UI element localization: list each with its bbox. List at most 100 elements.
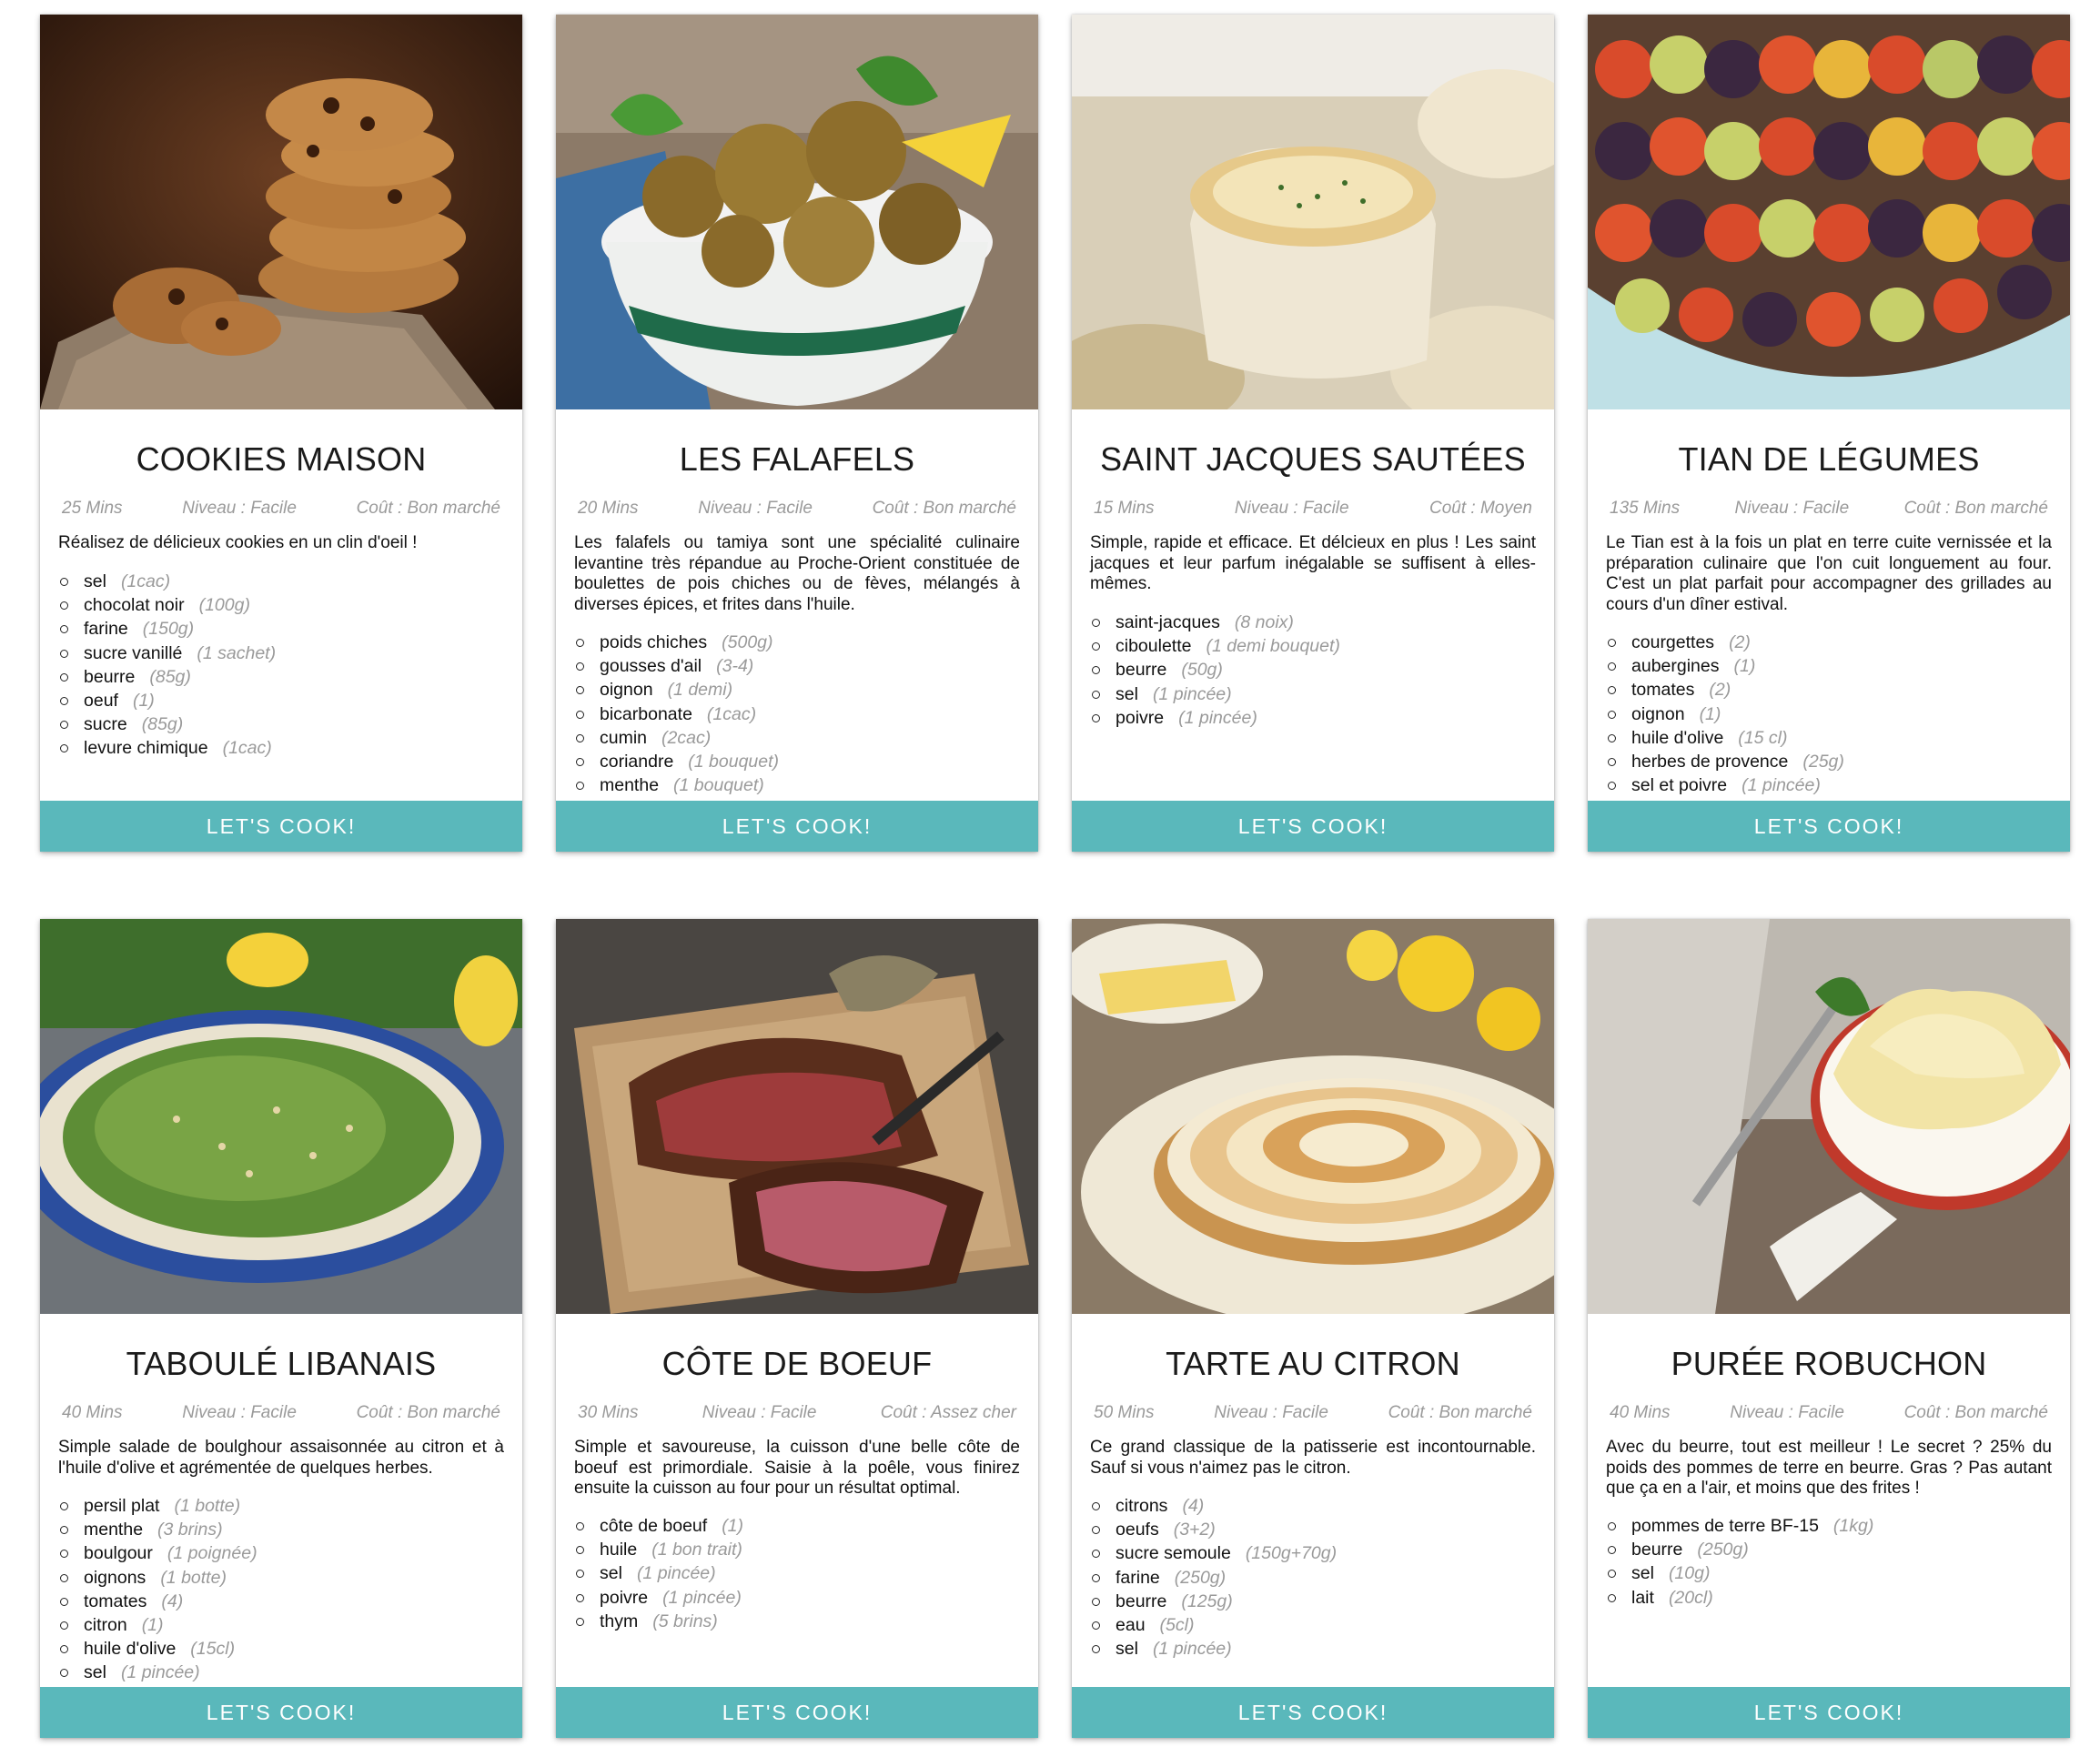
ingredient-list: citrons (4) oeufs (3+2) sucre semoule (150g… <box>1092 1494 1536 1661</box>
ingredient-item: oignons (1 botte) <box>60 1566 504 1590</box>
recipe-time: 50 Mins <box>1094 1403 1155 1422</box>
recipe-description: Le Tian est à la fois un plat en terre c… <box>1606 533 2052 614</box>
ingredient-list: saint-jacques (8 noix) ciboulette (1 demi … <box>1092 611 1536 730</box>
recipe-meta: 30 Mins Niveau : Facile Coût : Assez che… <box>578 1403 1016 1423</box>
ingredient-item: aubergines (1) <box>1608 654 2052 678</box>
ingredient-item: sucre semoule (150g+70g) <box>1092 1541 1536 1565</box>
ingredient-item: sel (1 pincée) <box>576 1561 1020 1585</box>
recipe-cost: Coût : Bon marché <box>1903 1403 2048 1422</box>
ingredient-item: menthe (3 brins) <box>60 1518 504 1541</box>
recipe-time: 30 Mins <box>578 1403 639 1422</box>
recipe-level: Niveau : Facile <box>1214 1403 1328 1422</box>
recipe-time: 135 Mins <box>1610 499 1681 518</box>
recipe-card: TARTE AU CITRON 50 Mins Niveau : Facile … <box>1072 919 1554 1738</box>
recipe-meta: 15 Mins Niveau : Facile Coût : Moyen <box>1094 499 1532 519</box>
ingredient-list: persil plat (1 botte) menthe (3 brins) bou… <box>60 1494 504 1685</box>
ingredient-item: lait (20cl) <box>1608 1586 2052 1610</box>
ingredient-item: pommes de terre BF-15 (1kg) <box>1608 1514 2052 1538</box>
recipe-card: COOKIES MAISON 25 Mins Niveau : Facile C… <box>40 15 522 852</box>
recipe-level: Niveau : Facile <box>702 1403 817 1422</box>
recipe-grid: COOKIES MAISON 25 Mins Niveau : Facile C… <box>0 0 2100 1747</box>
recipe-time: 40 Mins <box>62 1403 123 1422</box>
ingredient-item: persil plat (1 botte) <box>60 1494 504 1518</box>
recipe-photo-cookies <box>40 15 522 409</box>
recipe-level: Niveau : Facile <box>182 499 297 518</box>
ingredient-item: courgettes (2) <box>1608 631 2052 654</box>
recipe-card: PURÉE ROBUCHON 40 Mins Niveau : Facile C… <box>1588 919 2070 1738</box>
ingredient-item: ciboulette (1 demi bouquet) <box>1092 634 1536 658</box>
recipe-description: Les falafels ou tamiya sont une spéciali… <box>574 533 1020 614</box>
recipe-description: Avec du beurre, tout est meilleur ! Le s… <box>1606 1438 2052 1498</box>
ingredient-item: levure chimique (1cac) <box>60 736 504 760</box>
recipe-card: CÔTE DE BOEUF 30 Mins Niveau : Facile Co… <box>556 919 1038 1738</box>
lets-cook-button[interactable]: LET'S COOK! <box>1588 801 2070 852</box>
lets-cook-button[interactable]: LET'S COOK! <box>1072 1687 1554 1738</box>
recipe-time: 15 Mins <box>1094 499 1155 518</box>
recipe-description: Simple, rapide et efficace. Et délcieux … <box>1090 533 1536 593</box>
recipe-time: 40 Mins <box>1610 1403 1671 1422</box>
recipe-title: SAINT JACQUES SAUTÉES <box>1100 440 1526 478</box>
lets-cook-button[interactable]: LET'S COOK! <box>556 1687 1038 1738</box>
recipe-cost: Coût : Bon marché <box>356 1403 500 1422</box>
ingredient-item: coriandre (1 bouquet) <box>576 750 1020 773</box>
ingredient-item: tomates (4) <box>60 1590 504 1613</box>
recipe-cost: Coût : Bon marché <box>356 499 500 518</box>
recipe-photo-tarte-citron <box>1072 919 1554 1314</box>
ingredient-item: gousses d'ail (3-4) <box>576 654 1020 678</box>
ingredient-item: citron (1) <box>60 1613 504 1637</box>
ingredient-list: pommes de terre BF-15 (1kg) beurre (250g) … <box>1608 1514 2052 1610</box>
ingredient-item: thym (5 brins) <box>576 1610 1020 1633</box>
ingredient-item: cumin (2cac) <box>576 726 1020 750</box>
ingredient-list: sel (1cac) chocolat noir (100g) farine (150… <box>60 570 504 761</box>
ingredient-item: huile (1 bon trait) <box>576 1538 1020 1561</box>
recipe-card: SAINT JACQUES SAUTÉES 15 Mins Niveau : F… <box>1072 15 1554 852</box>
ingredient-item: oeufs (3+2) <box>1092 1518 1536 1541</box>
lets-cook-button[interactable]: LET'S COOK! <box>1072 801 1554 852</box>
recipe-description: Réalisez de délicieux cookies en un clin… <box>58 533 418 552</box>
recipe-time: 25 Mins <box>62 499 123 518</box>
ingredient-item: citrons (4) <box>1092 1494 1536 1518</box>
recipe-description: Simple et savoureuse, la cuisson d'une b… <box>574 1438 1020 1498</box>
ingredient-item: saint-jacques (8 noix) <box>1092 611 1536 634</box>
recipe-title: TARTE AU CITRON <box>1166 1345 1460 1382</box>
ingredient-item: eau (5cl) <box>1092 1613 1536 1637</box>
ingredient-item: oignon (1 demi) <box>576 678 1020 702</box>
ingredient-item: huile d'olive (15 cl) <box>1608 726 2052 750</box>
recipe-level: Niveau : Facile <box>182 1403 297 1422</box>
ingredient-item: herbes de provence (25g) <box>1608 750 2052 773</box>
recipe-title: COOKIES MAISON <box>136 440 427 478</box>
recipe-level: Niveau : Facile <box>1730 1403 1844 1422</box>
ingredient-item: beurre (250g) <box>1608 1538 2052 1561</box>
ingredient-item: bicarbonate (1cac) <box>576 702 1020 726</box>
ingredient-item: oignon (1) <box>1608 702 2052 726</box>
recipe-photo-saint-jacques <box>1072 15 1554 409</box>
recipe-title: TABOULÉ LIBANAIS <box>126 1345 437 1382</box>
recipe-cost: Coût : Bon marché <box>1903 499 2048 518</box>
recipe-time: 20 Mins <box>578 499 639 518</box>
recipe-meta: 20 Mins Niveau : Facile Coût : Bon march… <box>578 499 1016 519</box>
ingredient-item: oeuf (1) <box>60 689 504 712</box>
recipe-cost: Coût : Bon marché <box>872 499 1016 518</box>
recipe-description: Ce grand classique de la patisserie est … <box>1090 1438 1536 1478</box>
ingredient-list: poids chiches (500g) gousses d'ail (3-4) o… <box>576 631 1020 797</box>
ingredient-item: sel (10g) <box>1608 1561 2052 1585</box>
recipe-level: Niveau : Facile <box>1734 499 1850 518</box>
ingredient-item: beurre (50g) <box>1092 658 1536 682</box>
ingredient-item: poivre (1 pincée) <box>576 1586 1020 1610</box>
lets-cook-button[interactable]: LET'S COOK! <box>40 801 522 852</box>
ingredient-item: sel et poivre (1 pincée) <box>1608 773 2052 797</box>
recipe-card: TABOULÉ LIBANAIS 40 Mins Niveau : Facile… <box>40 919 522 1738</box>
recipe-cost: Coût : Moyen <box>1429 499 1532 518</box>
recipe-level: Niveau : Facile <box>698 499 813 518</box>
ingredient-item: tomates (2) <box>1608 678 2052 702</box>
ingredient-item: poids chiches (500g) <box>576 631 1020 654</box>
ingredient-item: farine (250g) <box>1092 1566 1536 1590</box>
lets-cook-button[interactable]: LET'S COOK! <box>1588 1687 2070 1738</box>
ingredient-list: côte de boeuf (1) huile (1 bon trait) sel(… <box>576 1514 1020 1633</box>
ingredient-item: sel (1 pincée) <box>1092 682 1536 706</box>
ingredient-item: farine (150g) <box>60 617 504 641</box>
lets-cook-button[interactable]: LET'S COOK! <box>556 801 1038 852</box>
ingredient-item: sucre (85g) <box>60 712 504 736</box>
lets-cook-button[interactable]: LET'S COOK! <box>40 1687 522 1738</box>
recipe-title: PURÉE ROBUCHON <box>1671 1345 1987 1382</box>
